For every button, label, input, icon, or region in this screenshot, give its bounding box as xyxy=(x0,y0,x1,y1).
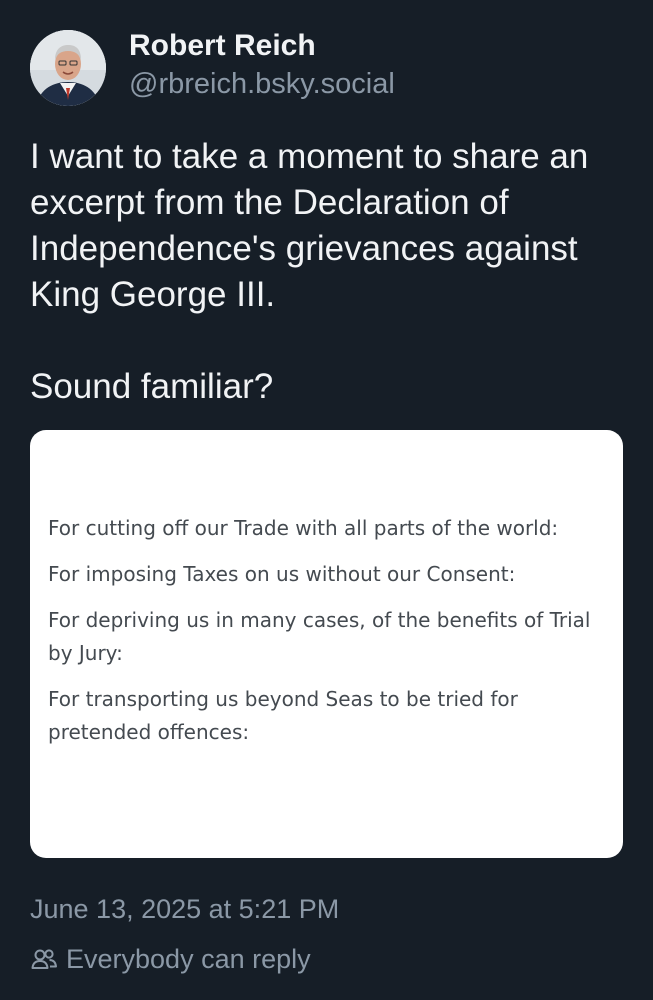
reply-setting: Everybody can reply xyxy=(30,940,311,978)
post-body: I want to take a moment to share an exce… xyxy=(30,134,630,410)
people-icon xyxy=(31,949,57,969)
excerpt-line: For depriving us in many cases, of the b… xyxy=(48,608,591,665)
post-header: Robert Reich @rbreich.bsky.social xyxy=(30,27,395,106)
excerpt-line: For transporting us beyond Seas to be tr… xyxy=(48,687,518,744)
author-handle[interactable]: @rbreich.bsky.social xyxy=(129,65,395,103)
avatar-photo-icon xyxy=(30,30,106,106)
author-names: Robert Reich @rbreich.bsky.social xyxy=(129,27,395,103)
author-display-name[interactable]: Robert Reich xyxy=(129,27,395,65)
excerpt-line: For cutting off our Trade with all parts… xyxy=(48,516,559,540)
excerpt-line: For imposing Taxes on us without our Con… xyxy=(48,562,516,586)
post: Robert Reich @rbreich.bsky.social I want… xyxy=(0,0,653,1000)
post-paragraph: Sound familiar? xyxy=(30,367,274,406)
avatar[interactable] xyxy=(30,30,106,106)
post-timestamp[interactable]: June 13, 2025 at 5:21 PM xyxy=(30,890,339,928)
reply-setting-label: Everybody can reply xyxy=(66,944,311,974)
post-image[interactable]: For cutting off our Trade with all parts… xyxy=(30,430,623,858)
excerpt-text: For cutting off our Trade with all parts… xyxy=(48,512,608,762)
post-paragraph: I want to take a moment to share an exce… xyxy=(30,137,589,314)
